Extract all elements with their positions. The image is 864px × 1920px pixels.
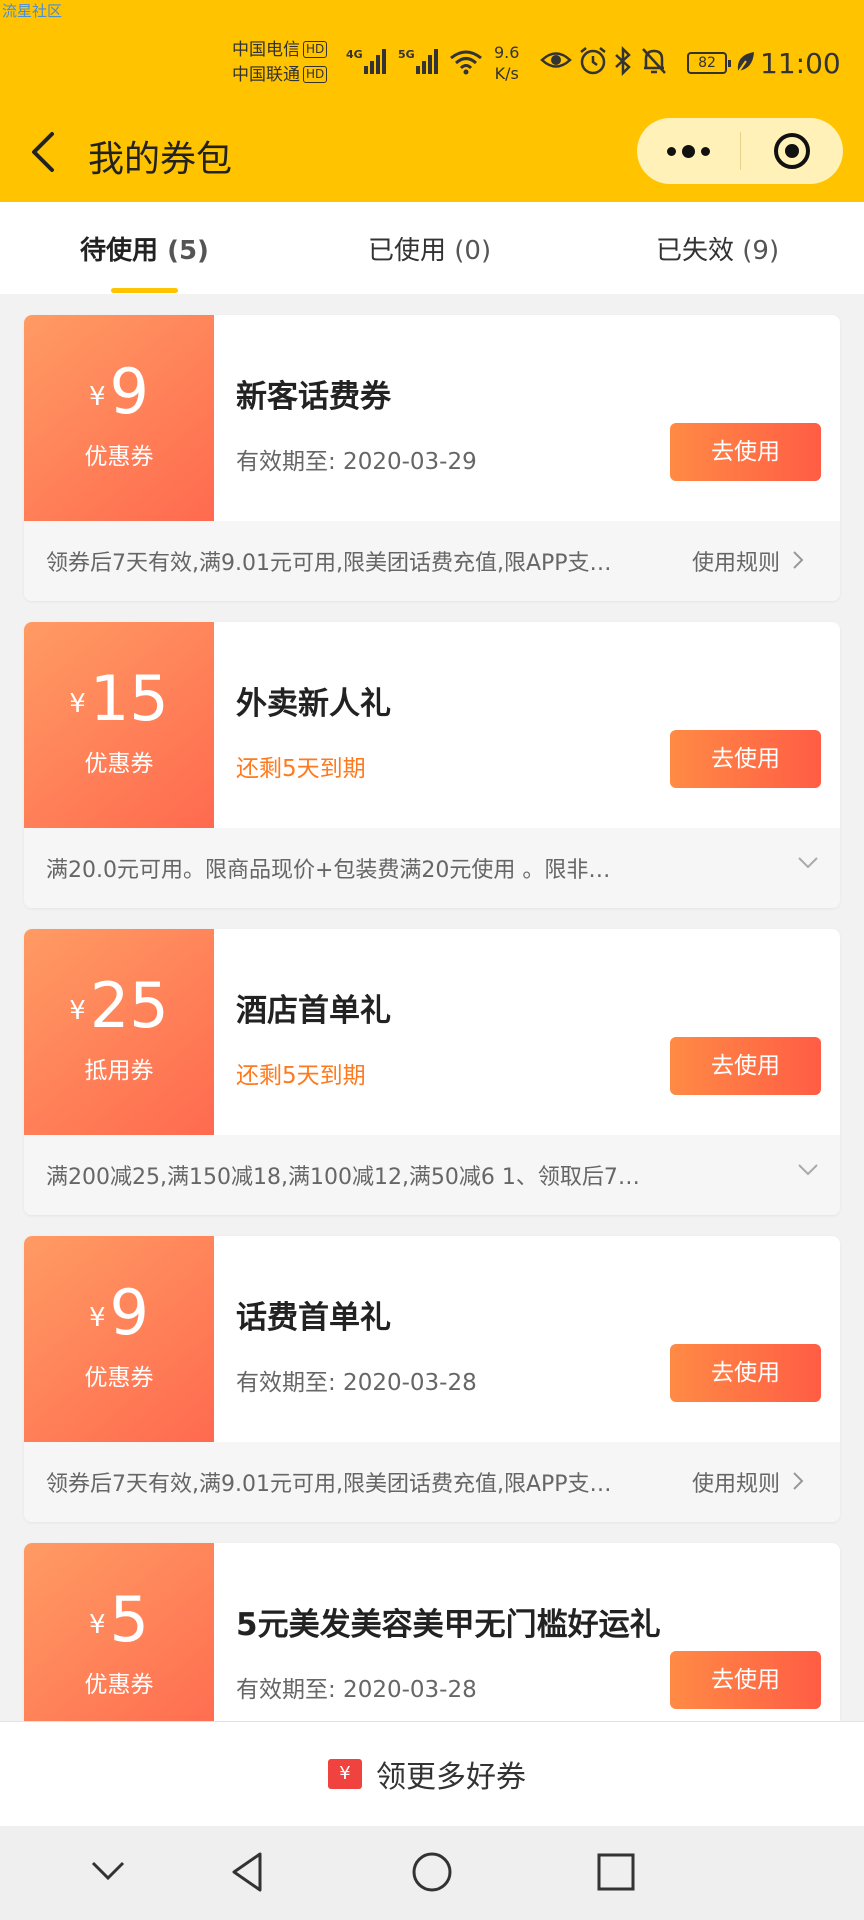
signal-5g-icon: 5G	[398, 48, 438, 74]
signal-4g-icon: 4G	[346, 48, 386, 74]
coupon-amount-badge: ¥5 优惠券	[24, 1543, 214, 1721]
back-button[interactable]	[28, 130, 58, 174]
usage-rules-link[interactable]: 使用规则	[692, 545, 804, 577]
coupon-card: ¥5 优惠券 5元美发美容美甲无门槛好运礼 有效期至: 2020-03-28 去…	[24, 1543, 840, 1721]
coupon-amount-badge: ¥25 抵用券	[24, 929, 214, 1135]
coupon-expiry: 有效期至: 2020-03-29	[236, 449, 477, 475]
use-coupon-button[interactable]: 去使用	[670, 1037, 821, 1095]
use-coupon-button[interactable]: 去使用	[670, 1651, 821, 1709]
coupon-title: 新客话费券	[236, 379, 391, 415]
usage-rules-link[interactable]: 使用规则	[692, 1466, 804, 1498]
get-more-coupons-label: 领更多好券	[376, 1760, 526, 1795]
coupon-type: 优惠券	[84, 1672, 154, 1698]
coupon-amount: 5	[109, 1583, 149, 1656]
coupon-ticket-icon: ¥	[328, 1759, 362, 1789]
coupon-expiry-warning: 还剩5天到期	[236, 756, 366, 782]
coupon-card: ¥25 抵用券 酒店首单礼 还剩5天到期 去使用 满200减25,满150减18…	[24, 929, 840, 1215]
currency-symbol: ¥	[69, 996, 86, 1026]
more-options-button[interactable]	[637, 118, 740, 184]
currency-symbol: ¥	[89, 382, 106, 412]
carrier-1: 中国电信	[232, 40, 300, 60]
coupon-type: 抵用券	[84, 1058, 154, 1084]
currency-symbol: ¥	[89, 1610, 106, 1640]
coupon-card: ¥9 优惠券 新客话费券 有效期至: 2020-03-29 去使用 领券后7天有…	[24, 315, 840, 601]
nav-recents-icon[interactable]	[594, 1850, 638, 1894]
currency-symbol: ¥	[69, 689, 86, 719]
coupon-expiry: 有效期至: 2020-03-28	[236, 1677, 477, 1703]
use-coupon-button[interactable]: 去使用	[670, 423, 821, 481]
nav-collapse-icon[interactable]	[90, 1860, 126, 1882]
coupon-title: 外卖新人礼	[236, 686, 391, 722]
tab-bar: 待使用 (5) 已使用 (0) 已失效 (9)	[0, 202, 864, 294]
usage-rules-label: 使用规则	[692, 551, 781, 576]
wifi-icon	[450, 50, 482, 75]
tab-pending[interactable]: 待使用 (5)	[80, 230, 209, 267]
use-coupon-button[interactable]: 去使用	[670, 1344, 821, 1402]
coupon-amount-badge: ¥9 优惠券	[24, 315, 214, 521]
coupon-rule-text: 领券后7天有效,满9.01元可用,限美团话费充值,限APP支…	[46, 1472, 612, 1497]
battery-icon: 82	[687, 52, 731, 74]
coupon-card: ¥9 优惠券 话费首单礼 有效期至: 2020-03-28 去使用 领券后7天有…	[24, 1236, 840, 1522]
alarm-icon	[580, 47, 606, 75]
chevron-right-icon	[793, 551, 804, 569]
bluetooth-icon	[615, 46, 631, 76]
eye-icon	[540, 52, 572, 68]
coupon-type: 优惠券	[84, 444, 154, 470]
coupon-amount: 25	[89, 969, 169, 1042]
target-close-icon	[774, 133, 810, 169]
get-more-coupons-button[interactable]: ¥ 领更多好券	[328, 1752, 526, 1796]
currency-symbol: ¥	[89, 1303, 106, 1333]
coupon-type: 优惠券	[84, 1365, 154, 1391]
mute-bell-icon	[642, 48, 666, 74]
clock: 11:00	[760, 47, 841, 80]
hd-badge: HD	[303, 41, 328, 58]
carrier-info: 中国电信 HD 中国联通 HD	[232, 38, 328, 88]
carrier-2: 中国联通	[232, 65, 300, 85]
coupon-rule-text: 满200减25,满150减18,满100减12,满50减6 1、领取后7…	[46, 1165, 640, 1190]
coupon-type: 优惠券	[84, 751, 154, 777]
active-tab-indicator	[111, 288, 178, 293]
coupon-rule-text: 满20.0元可用。限商品现价+包装费满20元使用 。限非…	[46, 858, 611, 883]
coupon-expiry: 有效期至: 2020-03-28	[236, 1370, 477, 1396]
network-speed: 9.6 K/s	[494, 43, 520, 83]
leaf-icon	[736, 52, 754, 75]
chevron-down-icon[interactable]	[797, 1163, 819, 1177]
use-coupon-button[interactable]: 去使用	[670, 730, 821, 788]
watermark: 流星社区	[2, 2, 63, 20]
tab-used[interactable]: 已使用 (0)	[368, 230, 491, 267]
coupon-amount: 9	[109, 355, 149, 428]
coupon-card: ¥15 优惠券 外卖新人礼 还剩5天到期 去使用 满20.0元可用。限商品现价+…	[24, 622, 840, 908]
coupon-title: 5元美发美容美甲无门槛好运礼	[236, 1607, 661, 1643]
usage-rules-label: 使用规则	[692, 1472, 781, 1497]
chevron-right-icon	[793, 1472, 804, 1490]
get-more-coupons-bar: ¥ 领更多好券	[0, 1721, 864, 1826]
status-bar: 中国电信 HD 中国联通 HD 4G 5G 9.6 K/s 82 11:00	[0, 38, 864, 88]
coupon-amount-badge: ¥9 优惠券	[24, 1236, 214, 1442]
nav-home-icon[interactable]	[410, 1850, 454, 1894]
tab-expired[interactable]: 已失效 (9)	[656, 230, 779, 267]
system-nav-bar	[0, 1826, 864, 1920]
coupon-title: 话费首单礼	[236, 1300, 391, 1336]
coupon-amount-badge: ¥15 优惠券	[24, 622, 214, 828]
close-mini-program-button[interactable]	[741, 118, 843, 184]
nav-back-icon[interactable]	[226, 1850, 270, 1894]
coupon-amount: 9	[109, 1276, 149, 1349]
page-title: 我的券包	[88, 139, 233, 180]
chevron-down-icon[interactable]	[797, 856, 819, 870]
coupon-rule-text: 领券后7天有效,满9.01元可用,限美团话费充值,限APP支…	[46, 551, 612, 576]
coupon-title: 酒店首单礼	[236, 993, 391, 1029]
coupon-expiry-warning: 还剩5天到期	[236, 1063, 366, 1089]
mini-program-capsule	[637, 118, 843, 184]
hd-badge: HD	[303, 66, 328, 83]
coupon-amount: 15	[89, 662, 169, 735]
